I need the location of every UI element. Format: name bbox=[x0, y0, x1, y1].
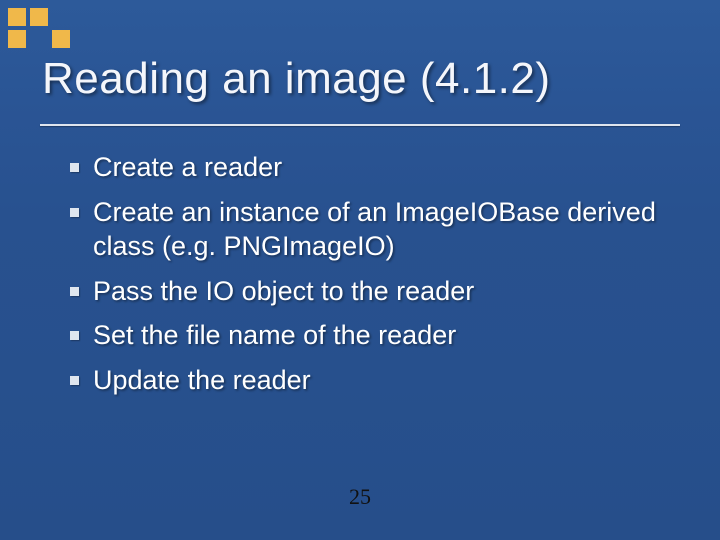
bullet-icon bbox=[70, 331, 79, 340]
page-number: 25 bbox=[349, 484, 371, 510]
list-item-text: Create an instance of an ImageIOBase der… bbox=[93, 195, 670, 264]
bullet-icon bbox=[70, 163, 79, 172]
list-item: Create a reader bbox=[70, 150, 670, 185]
bullet-icon bbox=[70, 376, 79, 385]
list-item: Update the reader bbox=[70, 363, 670, 398]
slide-title: Reading an image (4.1.2) bbox=[42, 54, 551, 104]
list-item-text: Pass the IO object to the reader bbox=[93, 274, 670, 309]
title-divider bbox=[40, 124, 680, 126]
bullet-list: Create a reader Create an instance of an… bbox=[70, 150, 670, 407]
list-item: Set the file name of the reader bbox=[70, 318, 670, 353]
list-item-text: Update the reader bbox=[93, 363, 670, 398]
list-item-text: Create a reader bbox=[93, 150, 670, 185]
list-item: Create an instance of an ImageIOBase der… bbox=[70, 195, 670, 264]
list-item-text: Set the file name of the reader bbox=[93, 318, 670, 353]
list-item: Pass the IO object to the reader bbox=[70, 274, 670, 309]
slide: Reading an image (4.1.2) Create a reader… bbox=[0, 0, 720, 540]
bullet-icon bbox=[70, 208, 79, 217]
bullet-icon bbox=[70, 287, 79, 296]
